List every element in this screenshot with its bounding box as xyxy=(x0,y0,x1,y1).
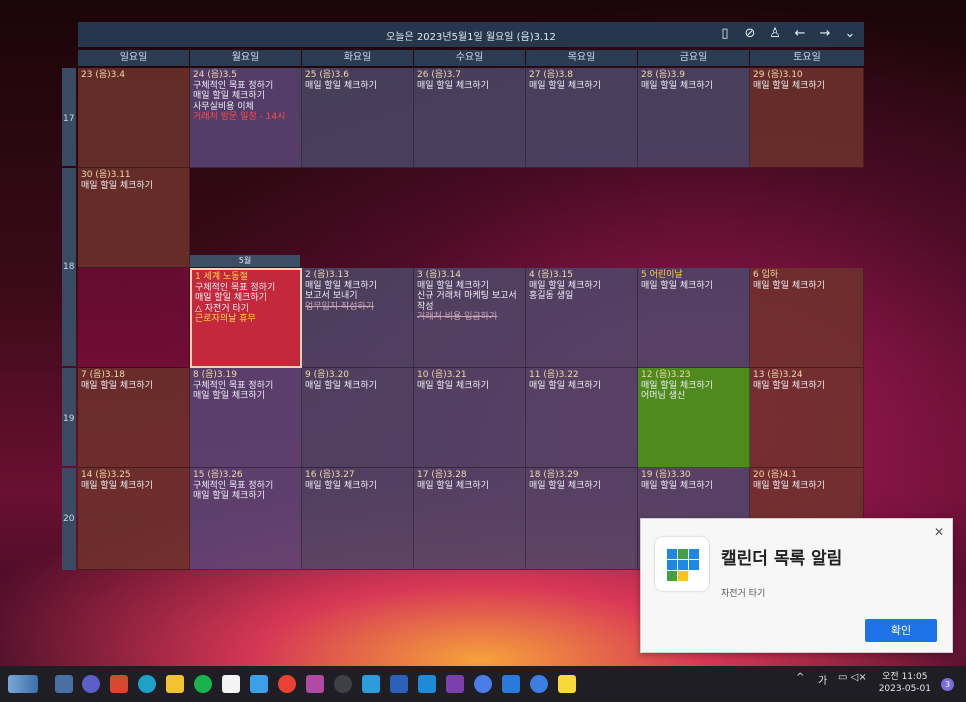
arrow-left-icon[interactable]: ← xyxy=(792,25,808,43)
phone-icon[interactable]: ▯ xyxy=(717,25,733,43)
notification-body: 자전거 타기 xyxy=(721,589,766,599)
ime-indicator[interactable]: 가 xyxy=(818,672,827,687)
bird-app-icon[interactable] xyxy=(250,675,268,693)
start-icon[interactable] xyxy=(55,675,73,693)
weekday-friday: 금요일 xyxy=(638,50,749,66)
day-cell[interactable]: 10 (음)3.21 매일 할일 체크하기 xyxy=(414,368,526,468)
day-cell[interactable]: 27 (음)3.8 매일 할일 체크하기 xyxy=(526,68,638,168)
day-cell[interactable]: 11 (음)3.22 매일 할일 체크하기 xyxy=(526,368,638,468)
notification-toast: ✕ 캘린더 목록 알림 자전거 타기 확인 xyxy=(640,518,953,653)
day-cell[interactable]: 6 입하 매일 할일 체크하기 xyxy=(750,268,864,368)
bing-icon[interactable] xyxy=(502,675,520,693)
todo-icon[interactable] xyxy=(474,675,492,693)
onenote-icon[interactable] xyxy=(446,675,464,693)
weekday-sunday: 일요일 xyxy=(78,50,189,66)
weather-widget-icon[interactable] xyxy=(8,675,38,693)
day-cell[interactable]: 4 (음)3.15 매일 할일 체크하기 홍길동 생일 xyxy=(526,268,638,368)
week-number: 17 xyxy=(62,68,76,166)
day-cell[interactable]: 17 (음)3.28 매일 할일 체크하기 xyxy=(414,468,526,570)
week-number: 19 xyxy=(62,368,76,466)
week-number: 18 xyxy=(62,168,76,366)
link-icon[interactable]: ⊘ xyxy=(742,25,758,43)
holiday-note: 근로자의날 휴무 xyxy=(195,314,256,324)
weekday-monday: 월요일 xyxy=(190,50,301,66)
confirm-button[interactable]: 확인 xyxy=(865,619,937,642)
month-tag: 5월 xyxy=(190,255,300,267)
volume-icon[interactable]: ▭ ◁× xyxy=(838,672,867,683)
app-logo-icon xyxy=(655,537,709,591)
word-icon[interactable] xyxy=(390,675,408,693)
day-cell[interactable]: 23 (음)3.4 xyxy=(78,68,190,168)
messenger-icon[interactable] xyxy=(418,675,436,693)
notification-badge[interactable]: 3 xyxy=(941,678,954,691)
app-dark-icon[interactable] xyxy=(334,675,352,693)
day-cell[interactable]: 26 (음)3.7 매일 할일 체크하기 xyxy=(414,68,526,168)
notification-title: 캘린더 목록 알림 xyxy=(721,549,843,569)
event-red: 거래처 방문 일정 - 14시 xyxy=(193,112,286,122)
day-cell[interactable]: 5 어린이날 매일 할일 체크하기 xyxy=(638,268,750,368)
day-cell[interactable]: 13 (음)3.24 매일 할일 체크하기 xyxy=(750,368,864,468)
day-cell[interactable]: 9 (음)3.20 매일 할일 체크하기 xyxy=(302,368,414,468)
day-cell[interactable]: 2 (음)3.13 매일 할일 체크하기 보고서 보내기 업무일지 작성하기 xyxy=(302,268,414,368)
chat-icon[interactable] xyxy=(530,675,548,693)
arrow-right-icon[interactable]: → xyxy=(817,25,833,43)
day-cell[interactable]: 25 (음)3.6 매일 할일 체크하기 xyxy=(302,68,414,168)
weekday-thursday: 목요일 xyxy=(526,50,637,66)
taskbar: ^ 가 ▭ ◁× 오전 11:05 2023-05-01 3 xyxy=(0,666,966,702)
day-cell[interactable]: 15 (음)3.26 구체적인 목표 정하기 매일 할일 체크하기 xyxy=(190,468,302,570)
day-cell[interactable]: 3 (음)3.14 매일 할일 체크하기 신규 거래처 마케팅 보고서 작성 거래처 … xyxy=(414,268,526,368)
app-green-icon[interactable] xyxy=(194,675,212,693)
day-cell[interactable] xyxy=(78,268,190,368)
day-cell[interactable]: 29 (음)3.10 매일 할일 체크하기 xyxy=(750,68,864,168)
day-cell[interactable]: 14 (음)3.25 매일 할일 체크하기 xyxy=(78,468,190,570)
calendar-header: 오늘은 2023년5월1일 월요일 (음)3.12 ▯ ⊘ ♙ ← → ⌄ xyxy=(78,22,864,47)
teams-icon[interactable] xyxy=(82,675,100,693)
weekday-wednesday: 수요일 xyxy=(414,50,525,66)
day-cell[interactable]: 7 (음)3.18 매일 할일 체크하기 xyxy=(78,368,190,468)
chevron-up-icon[interactable]: ^ xyxy=(796,672,804,683)
clock[interactable]: 오전 11:05 2023-05-01 xyxy=(879,671,931,695)
day-cell[interactable]: 8 (음)3.19 구체적인 목표 정하기 매일 할일 체크하기 xyxy=(190,368,302,468)
day-cell-today[interactable]: 1 세계 노동절 구체적인 목표 정하기 매일 할일 체크하기 △ 자전거 타기 근… xyxy=(190,268,302,368)
day-cell[interactable]: 18 (음)3.29 매일 할일 체크하기 xyxy=(526,468,638,570)
day-cell[interactable]: 30 (음)3.11 매일 할일 체크하기 xyxy=(78,168,190,268)
week-number: 20 xyxy=(62,468,76,570)
user-icon[interactable]: ♙ xyxy=(767,25,783,43)
day-cell[interactable]: 12 (음)3.23 매일 할일 체크하기 어머님 생신 xyxy=(638,368,750,468)
day-cell[interactable]: 24 (음)3.5 구체적인 목표 정하기 매일 할일 체크하기 사무실비용 이체 … xyxy=(190,68,302,168)
weekday-saturday: 토요일 xyxy=(750,50,864,66)
notepad-icon[interactable] xyxy=(362,675,380,693)
kakaotalk-icon[interactable] xyxy=(558,675,576,693)
app-purple-icon[interactable] xyxy=(306,675,324,693)
day-cell[interactable]: 28 (음)3.9 매일 할일 체크하기 xyxy=(638,68,750,168)
chevron-down-icon[interactable]: ⌄ xyxy=(842,25,858,43)
weekday-tuesday: 화요일 xyxy=(302,50,413,66)
day-cell[interactable]: 16 (음)3.27 매일 할일 체크하기 xyxy=(302,468,414,570)
notion-icon[interactable] xyxy=(222,675,240,693)
store-icon[interactable] xyxy=(110,675,128,693)
close-icon[interactable]: ✕ xyxy=(934,525,944,539)
chrome-icon[interactable] xyxy=(278,675,296,693)
folder-icon[interactable] xyxy=(166,675,184,693)
edge-icon[interactable] xyxy=(138,675,156,693)
